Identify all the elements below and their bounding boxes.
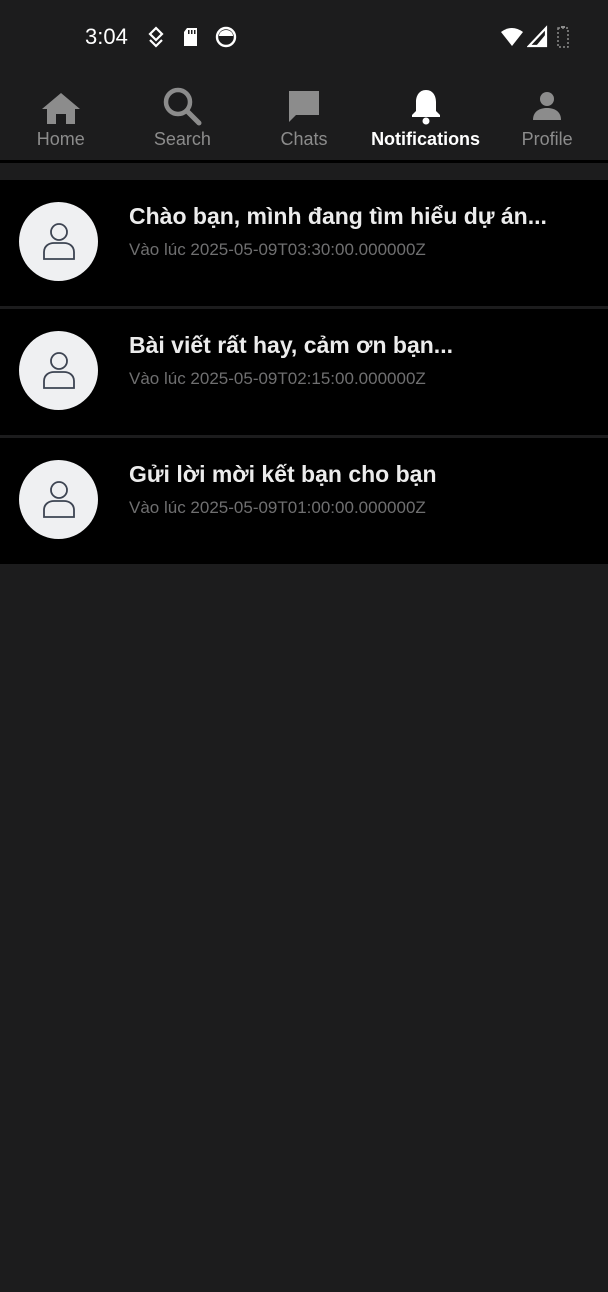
avatar: [19, 460, 98, 539]
notification-list: Chào bạn, mình đang tìm hiểu dự án... Và…: [0, 180, 608, 567]
sd-card-icon: [181, 25, 205, 49]
notification-time: Vào lúc 2025-05-09T01:00:00.000000Z: [129, 498, 426, 517]
battery-icon: [556, 25, 580, 49]
avatar: [19, 331, 98, 410]
search-icon: [160, 84, 204, 128]
status-time: 3:04: [85, 24, 128, 49]
tab-label: Chats: [280, 129, 328, 149]
notification-time: Vào lúc 2025-05-09T02:15:00.000000Z: [129, 369, 426, 388]
tab-label: Search: [153, 129, 211, 149]
user-avatar-icon: [43, 223, 75, 260]
bottom-tab-bar: Home Search Chats Notifications Profile: [0, 72, 608, 160]
tab-notifications[interactable]: Notifications: [365, 72, 487, 160]
tab-profile[interactable]: Profile: [486, 72, 608, 160]
notifications-screen: 3:04 Home Search Chats Notifications Pro…: [0, 0, 608, 1292]
notification-title: Gửi lời mời kết bạn cho bạn: [129, 461, 437, 487]
bell-icon: [404, 84, 448, 128]
home-icon: [39, 84, 83, 128]
tab-label: Profile: [521, 129, 573, 149]
notification-item[interactable]: Chào bạn, mình đang tìm hiểu dự án... Và…: [0, 180, 608, 309]
status-bar: 3:04: [0, 0, 608, 72]
notification-title: Chào bạn, mình đang tìm hiểu dự án...: [129, 203, 547, 229]
location-pin-icon: [146, 25, 170, 49]
user-avatar-icon: [43, 352, 75, 389]
notification-title: Bài viết rất hay, cảm ơn bạn...: [129, 332, 453, 358]
notification-item[interactable]: Bài viết rất hay, cảm ơn bạn... Vào lúc …: [0, 309, 608, 438]
notification-item[interactable]: Gửi lời mời kết bạn cho bạn Vào lúc 2025…: [0, 438, 608, 567]
person-icon: [525, 84, 569, 128]
cellular-signal-icon: [527, 25, 551, 49]
avatar: [19, 202, 98, 281]
notification-time: Vào lúc 2025-05-09T03:30:00.000000Z: [129, 240, 426, 259]
app-circle-icon: [214, 25, 238, 49]
wifi-icon: [500, 25, 524, 49]
tab-search[interactable]: Search: [122, 72, 244, 160]
tab-label: Home: [36, 129, 85, 149]
user-avatar-icon: [43, 481, 75, 518]
chat-bubble-icon: [282, 84, 326, 128]
tab-bar-divider: [0, 160, 608, 163]
tab-label: Notifications: [371, 129, 481, 149]
tab-chats[interactable]: Chats: [243, 72, 365, 160]
tab-home[interactable]: Home: [0, 72, 122, 160]
